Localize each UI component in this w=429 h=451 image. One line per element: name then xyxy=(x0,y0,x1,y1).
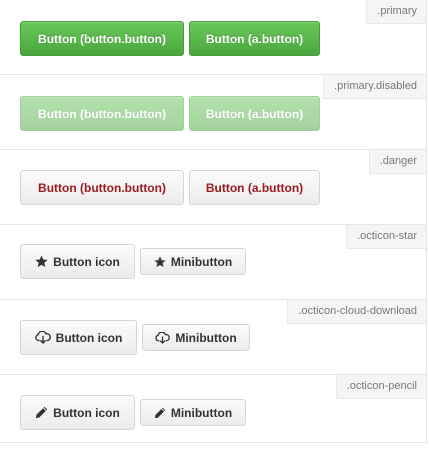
section-tag: .octicon-cloud-download xyxy=(287,300,426,324)
button-label: Minibutton xyxy=(170,254,233,269)
danger-button-element[interactable]: Button (button.button) xyxy=(20,170,184,205)
section-tag: .primary xyxy=(366,0,426,24)
section-primary: .primary Button (button.button) Button (… xyxy=(0,0,426,74)
star-button-icon[interactable]: Button icon xyxy=(20,244,135,279)
button-label: Minibutton xyxy=(175,330,237,345)
star-minibutton[interactable]: Minibutton xyxy=(140,248,246,275)
button-styleguide: .primary Button (button.button) Button (… xyxy=(0,0,427,443)
primary-disabled-button-element: Button (button.button) xyxy=(20,96,184,131)
star-icon xyxy=(35,255,48,268)
section-tag: .primary.disabled xyxy=(323,75,426,99)
pencil-icon xyxy=(35,406,48,419)
section-tag: .danger xyxy=(368,150,426,174)
primary-button-link[interactable]: Button (a.button) xyxy=(189,21,320,56)
section-danger: .danger Button (button.button) Button (a… xyxy=(0,149,426,224)
cloud-download-button-icon[interactable]: Button icon xyxy=(20,320,137,355)
section-octicon-star: .octicon-star Button icon Minibutton xyxy=(0,224,426,299)
button-label: Button icon xyxy=(55,330,123,345)
primary-disabled-button-link: Button (a.button) xyxy=(189,96,320,131)
section-tag: .octicon-star xyxy=(346,225,426,249)
button-label: Button icon xyxy=(53,405,120,420)
cloud-download-minibutton[interactable]: Minibutton xyxy=(142,324,250,351)
cloud-download-icon xyxy=(155,331,171,344)
button-label: Minibutton xyxy=(170,405,233,420)
star-icon xyxy=(154,255,166,268)
pencil-button-icon[interactable]: Button icon xyxy=(20,395,135,430)
danger-button-link[interactable]: Button (a.button) xyxy=(189,170,320,205)
section-octicon-pencil: .octicon-pencil Button icon Minibutton xyxy=(0,374,426,449)
button-label: Button icon xyxy=(53,254,120,269)
cloud-download-icon xyxy=(34,331,51,344)
section-tag: .octicon-pencil xyxy=(335,375,426,399)
section-octicon-cloud-download: .octicon-cloud-download Button icon Mini… xyxy=(0,299,426,374)
pencil-minibutton[interactable]: Minibutton xyxy=(140,399,246,426)
pencil-icon xyxy=(154,407,166,419)
primary-button-element[interactable]: Button (button.button) xyxy=(20,21,184,56)
section-primary-disabled: .primary.disabled Button (button.button)… xyxy=(0,74,426,149)
